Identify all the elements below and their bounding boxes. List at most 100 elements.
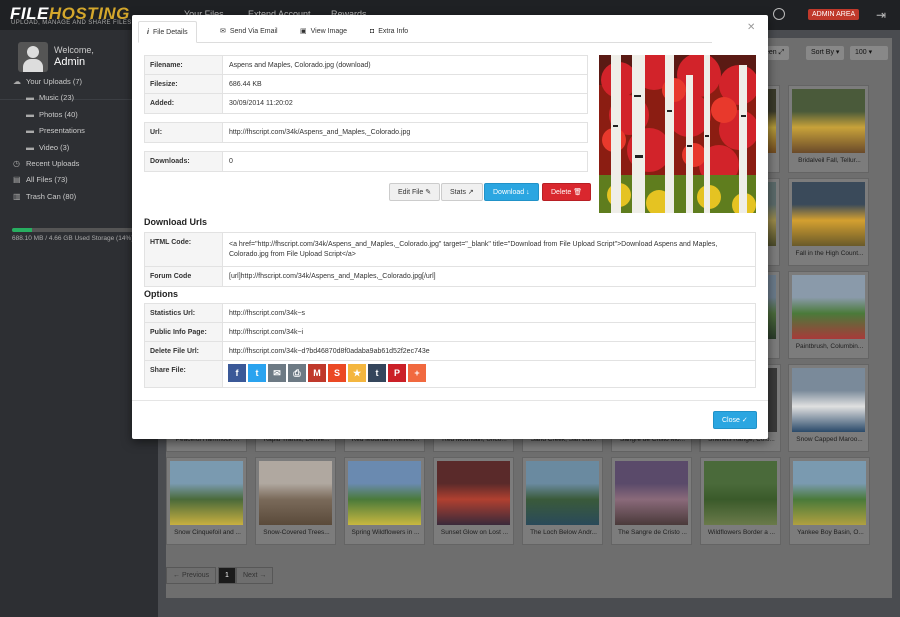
tab-file-details[interactable]: i File Details [138, 21, 197, 43]
cloud-upload-icon: ☁ [13, 77, 21, 86]
username: Admin [54, 56, 86, 68]
more-icon[interactable]: + [408, 364, 426, 382]
filename-row: Filename: Aspens and Maples, Colorado.jpg… [145, 56, 587, 75]
trash-icon: ▥ [13, 191, 21, 201]
thumbnail-image [792, 368, 865, 432]
edit-file-button[interactable]: Edit File ✎ [389, 183, 441, 201]
close-button[interactable]: Close ✓ [713, 411, 757, 429]
forum-code-row: Forum Code [url]http://fhscript.com/34k/A… [145, 267, 755, 286]
thumbnail-caption: Snow Cinquefoil and ... [174, 529, 241, 536]
gmail-icon[interactable]: M [308, 364, 326, 382]
file-thumbnail[interactable]: Paintbrush, Columbin... [788, 271, 869, 359]
public-info-value[interactable]: http://fhscript.com/34k~i [229, 323, 303, 342]
thumbnail-caption: Sunset Glow on Lost ... [440, 529, 509, 536]
delete-url-row: Delete File Url: http://fhscript.com/34k~… [145, 342, 755, 361]
thumbnail-caption: Spring Wildflowers in ... [351, 529, 420, 536]
thumbnail-image [792, 89, 865, 153]
thumbnail-caption: Snow Capped Maroo... [796, 436, 863, 443]
modal-tabs: i File Details ✉ Send Via Email ▣ View Imag… [138, 21, 712, 43]
download-urls-table: HTML Code: <a href="http://fhscript.com/3… [144, 232, 756, 287]
thumbnail-caption: Yankee Boy Basin, O... [797, 529, 864, 536]
chart-icon: ↗ [467, 189, 474, 196]
sidebar-item-label: Photos (40) [39, 109, 78, 119]
forum-code-value[interactable]: [url]http://fhscript.com/34k/Aspens_and_… [229, 267, 436, 286]
thumbnail-caption: Snow-Covered Trees... [263, 529, 330, 536]
globe-icon[interactable] [773, 8, 785, 20]
delete-url-value[interactable]: http://fhscript.com/34k~d?bd46870d8f0ada… [229, 342, 430, 361]
clock-icon: ◷ [13, 158, 20, 168]
statistics-url-value[interactable]: http://fhscript.com/34k~s [229, 304, 305, 323]
pagination-page-1[interactable]: 1 [218, 567, 236, 584]
public-info-row: Public Info Page: http://fhscript.com/34k… [145, 323, 755, 342]
url-value[interactable]: http://fhscript.com/34k/Aspens_and_Maple… [229, 123, 410, 142]
thumbnail-caption: The Sangre de Cristo ... [617, 529, 687, 536]
per-page-dropdown[interactable]: 100 ▾ [850, 46, 888, 60]
file-thumbnail[interactable]: Spring Wildflowers in ... [344, 457, 425, 545]
filename-value[interactable]: Aspens and Maples, Colorado.jpg (downloa… [229, 56, 371, 75]
thumbnail-image [615, 461, 688, 525]
file-preview-image[interactable] [599, 55, 756, 213]
pinterest-icon[interactable]: P [388, 364, 406, 382]
envelope-icon: ✉ [220, 28, 226, 35]
logo-tagline: UPLOAD, MANAGE AND SHARE FILES [11, 20, 132, 26]
sidebar-item-label: Recent Uploads [26, 158, 80, 168]
sidebar-item-label: Your Uploads (7) [26, 77, 83, 86]
file-thumbnail[interactable]: The Loch Below Andr... [522, 457, 603, 545]
delete-button[interactable]: Delete 🗑 [542, 183, 592, 201]
sort-dropdown[interactable]: Sort By ▾ [806, 46, 845, 60]
folder-icon: ▬ [26, 109, 34, 119]
html-code-value[interactable]: <a href="http://fhscript.com/34k/Aspens_… [229, 240, 757, 260]
file-thumbnail[interactable]: Bridalveil Fall, Tellur... [788, 85, 869, 173]
image-icon: ▣ [300, 28, 307, 35]
folder-icon: ▬ [26, 142, 34, 152]
stats-button[interactable]: Stats ↗ [441, 183, 483, 201]
sidebar-item-label: Trash Can (80) [26, 191, 77, 201]
file-thumbnail[interactable]: Snow-Covered Trees... [255, 457, 336, 545]
email-icon[interactable]: ✉ [268, 364, 286, 382]
modal-footer-divider [132, 400, 768, 401]
file-thumbnail[interactable]: Yankee Boy Basin, O... [789, 457, 870, 545]
admin-area-button[interactable]: ADMIN AREA [808, 9, 860, 20]
download-button[interactable]: Download ↓ [484, 183, 539, 201]
file-thumbnail[interactable]: Wildflowers Border a ... [700, 457, 781, 545]
sidebar-item-label: Music (23) [39, 93, 75, 103]
file-thumbnail[interactable]: The Sangre de Cristo ... [611, 457, 692, 545]
modal-close-icon[interactable]: ✕ [747, 22, 755, 33]
avatar [18, 42, 48, 72]
tab-send-via-email[interactable]: ✉ Send Via Email [212, 21, 286, 43]
welcome-text: Welcome, [54, 45, 94, 55]
downloads-value: 0 [229, 158, 233, 165]
file-thumbnail[interactable]: Snow Capped Maroo... [788, 364, 869, 452]
tab-extra-info[interactable]: ◘ Extra Info [362, 21, 416, 43]
file-thumbnail[interactable]: Snow Cinquefoil and ... [166, 457, 247, 545]
stumbleupon-icon[interactable]: S [328, 364, 346, 382]
pagination-next[interactable]: Next → [236, 567, 274, 584]
downloads-row: Downloads: 0 [145, 152, 587, 171]
twitter-icon[interactable]: t [248, 364, 266, 382]
thumbnail-caption: Wildflowers Border a ... [707, 529, 776, 536]
pencil-icon: ✎ [425, 189, 432, 196]
added-value: 30/09/2014 11:20:02 [229, 100, 293, 107]
thumbnail-caption: Paintbrush, Columbin... [795, 343, 864, 350]
thumbnail-image [792, 275, 865, 339]
url-table: Url: http://fhscript.com/34k/Aspens_and_M… [144, 122, 588, 143]
facebook-icon[interactable]: f [228, 364, 246, 382]
folder-icon: ▬ [26, 93, 34, 103]
logout-icon[interactable]: ⇥ [876, 8, 886, 22]
print-icon[interactable]: ⎙ [288, 364, 306, 382]
thumbnail-image [437, 461, 510, 525]
download-urls-heading: Download Urls [144, 217, 208, 227]
options-heading: Options [144, 289, 178, 299]
file-details-modal: ✕ i File Details ✉ Send Via Email ▣ View Im… [132, 15, 768, 439]
sidebar-item-label: Presentations [39, 126, 85, 136]
tumblr-icon[interactable]: t [368, 364, 386, 382]
file-thumbnail[interactable]: Sunset Glow on Lost ... [433, 457, 514, 545]
favorites-icon[interactable]: ★ [348, 364, 366, 382]
file-thumbnail[interactable]: Fall in the High Count... [788, 178, 869, 266]
aspens-photo [599, 55, 756, 213]
downloads-table: Downloads: 0 [144, 151, 588, 172]
pagination-previous[interactable]: ← Previous [166, 567, 217, 584]
thumbnail-caption: Fall in the High Count... [795, 250, 864, 257]
tab-view-image[interactable]: ▣ View Image [292, 21, 355, 43]
storage-bar-fill [12, 228, 33, 232]
